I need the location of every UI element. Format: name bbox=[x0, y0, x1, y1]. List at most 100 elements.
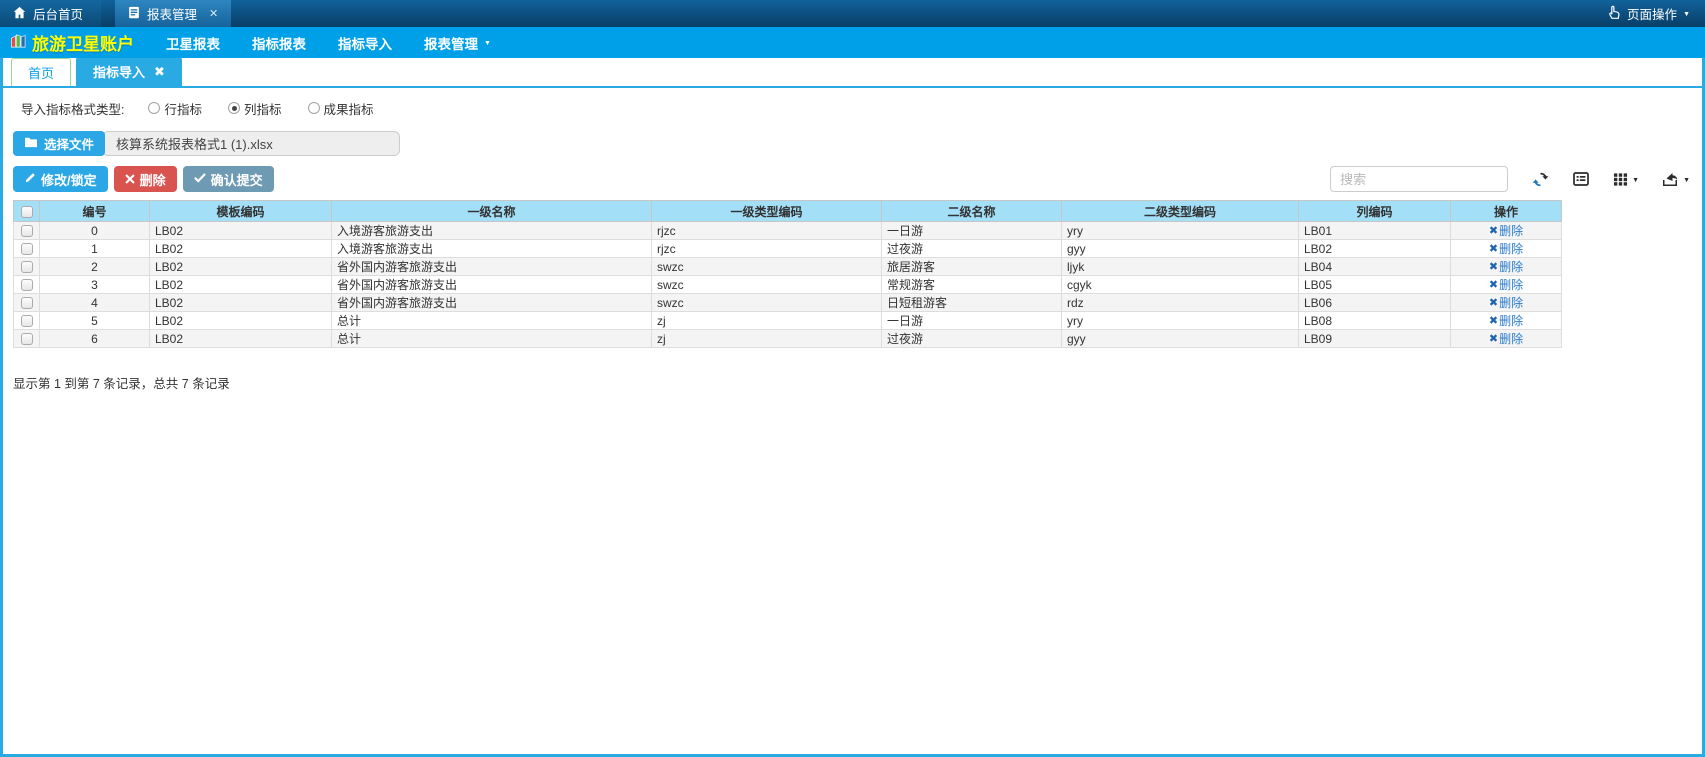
radio-label: 列指标 bbox=[244, 99, 282, 118]
import-format-label: 导入指标格式类型: bbox=[21, 99, 124, 118]
cell-level2-name: 一日游 bbox=[882, 312, 1062, 330]
col-header-level1-name[interactable]: 一级名称 bbox=[332, 201, 652, 222]
row-checkbox[interactable] bbox=[21, 261, 33, 273]
choose-file-button[interactable]: 选择文件 bbox=[13, 131, 105, 156]
row-checkbox[interactable] bbox=[21, 225, 33, 237]
window-tab-report-management[interactable]: 报表管理 ✕ bbox=[115, 0, 231, 27]
col-header-id[interactable]: 编号 bbox=[40, 201, 150, 222]
table-toolbar: 修改/锁定 删除 确认提交 bbox=[13, 166, 1690, 192]
close-tab-icon[interactable]: ✕ bbox=[209, 7, 218, 20]
app-brand[interactable]: 旅游卫星账户 bbox=[10, 30, 150, 55]
page-tab-bar: 首页 指标导入 ✖ bbox=[3, 58, 1702, 88]
cell-level1-name: 入境游客旅游支出 bbox=[332, 240, 652, 258]
toggle-view-icon[interactable] bbox=[1573, 171, 1589, 187]
cell-id: 1 bbox=[40, 240, 150, 258]
row-delete-link[interactable]: ✖删除 bbox=[1489, 276, 1523, 293]
home-icon bbox=[13, 6, 26, 22]
row-delete-link[interactable]: ✖删除 bbox=[1489, 330, 1523, 347]
row-select-cell bbox=[14, 312, 40, 330]
cell-level2-type-code: yry bbox=[1062, 222, 1299, 240]
search-input[interactable] bbox=[1330, 166, 1508, 192]
x-icon: ✖ bbox=[1489, 314, 1498, 327]
confirm-submit-button[interactable]: 确认提交 bbox=[183, 166, 274, 192]
table-row: 5 LB02 总计 zj 一日游 yry LB08 ✖删除 bbox=[14, 312, 1562, 330]
delete-button[interactable]: 删除 bbox=[114, 166, 177, 192]
file-chooser-row: 选择文件 核算系统报表格式1 (1).xlsx bbox=[13, 131, 1702, 156]
cell-column-code: LB02 bbox=[1299, 240, 1451, 258]
cell-column-code: LB01 bbox=[1299, 222, 1451, 240]
cell-level1-name: 总计 bbox=[332, 330, 652, 348]
pencil-icon bbox=[24, 172, 36, 187]
cell-level1-type-code: swzc bbox=[652, 258, 882, 276]
row-delete-link[interactable]: ✖删除 bbox=[1489, 312, 1523, 329]
cell-level2-name: 常规游客 bbox=[882, 276, 1062, 294]
page-actions-menu[interactable]: 页面操作 ▼ bbox=[1606, 0, 1705, 27]
select-all-checkbox[interactable] bbox=[21, 206, 33, 218]
x-icon: ✖ bbox=[1489, 296, 1498, 309]
cell-column-code: LB06 bbox=[1299, 294, 1451, 312]
cell-id: 4 bbox=[40, 294, 150, 312]
columns-dropdown-button[interactable]: ▼ bbox=[1613, 172, 1639, 187]
radio-label: 行指标 bbox=[164, 99, 202, 118]
window-tab-backend-home[interactable]: 后台首页 bbox=[0, 0, 101, 27]
report-doc-icon bbox=[128, 6, 140, 22]
refresh-button[interactable] bbox=[1532, 171, 1549, 188]
cell-level2-type-code: ljyk bbox=[1062, 258, 1299, 276]
window-tab-label: 后台首页 bbox=[33, 4, 83, 23]
indicator-table-wrap: 编号 模板编码 一级名称 一级类型编码 二级名称 二级类型编码 列编码 操作 0… bbox=[13, 200, 1702, 348]
table-body: 0 LB02 入境游客旅游支出 rjzc 一日游 yry LB01 ✖删除 1 … bbox=[14, 222, 1562, 348]
close-tab-icon[interactable]: ✖ bbox=[154, 65, 165, 78]
cell-id: 5 bbox=[40, 312, 150, 330]
nav-item-indicator-import[interactable]: 指标导入 bbox=[322, 27, 408, 58]
row-delete-link[interactable]: ✖删除 bbox=[1489, 258, 1523, 275]
row-select-cell bbox=[14, 222, 40, 240]
col-header-level1-type-code[interactable]: 一级类型编码 bbox=[652, 201, 882, 222]
col-header-level2-name[interactable]: 二级名称 bbox=[882, 201, 1062, 222]
col-header-template-code[interactable]: 模板编码 bbox=[150, 201, 332, 222]
row-checkbox[interactable] bbox=[21, 279, 33, 291]
cell-level2-name: 旅居游客 bbox=[882, 258, 1062, 276]
brand-logo-icon bbox=[10, 32, 27, 54]
col-header-column-code[interactable]: 列编码 bbox=[1299, 201, 1451, 222]
cell-level1-type-code: rjzc bbox=[652, 240, 882, 258]
row-checkbox[interactable] bbox=[21, 315, 33, 327]
cell-level1-name: 入境游客旅游支出 bbox=[332, 222, 652, 240]
cell-level1-name: 省外国内游客旅游支出 bbox=[332, 258, 652, 276]
cell-level2-type-code: cgyk bbox=[1062, 276, 1299, 294]
nav-item-report-management[interactable]: 报表管理 ▼ bbox=[408, 27, 507, 58]
brand-title: 旅游卫星账户 bbox=[32, 30, 134, 55]
x-icon: ✖ bbox=[1489, 260, 1498, 273]
nav-item-indicator-report[interactable]: 指标报表 bbox=[236, 27, 322, 58]
radio-result-indicator[interactable]: 成果指标 bbox=[308, 99, 374, 118]
row-checkbox[interactable] bbox=[21, 333, 33, 345]
window-bar-spacer bbox=[231, 0, 1606, 27]
row-checkbox[interactable] bbox=[21, 297, 33, 309]
table-row: 3 LB02 省外国内游客旅游支出 swzc 常规游客 cgyk LB05 ✖删… bbox=[14, 276, 1562, 294]
row-delete-link[interactable]: ✖删除 bbox=[1489, 222, 1523, 239]
window-tab-label: 报表管理 bbox=[147, 4, 197, 23]
cell-level2-name: 过夜游 bbox=[882, 330, 1062, 348]
tab-home[interactable]: 首页 bbox=[11, 58, 71, 86]
radio-row-indicator[interactable]: 行指标 bbox=[148, 99, 202, 118]
cell-template-code: LB02 bbox=[150, 294, 332, 312]
tab-indicator-import[interactable]: 指标导入 ✖ bbox=[76, 58, 182, 86]
row-checkbox[interactable] bbox=[21, 243, 33, 255]
cell-level2-name: 一日游 bbox=[882, 222, 1062, 240]
cell-level1-type-code: swzc bbox=[652, 276, 882, 294]
cell-template-code: LB02 bbox=[150, 312, 332, 330]
table-row: 2 LB02 省外国内游客旅游支出 swzc 旅居游客 ljyk LB04 ✖删… bbox=[14, 258, 1562, 276]
modify-lock-button[interactable]: 修改/锁定 bbox=[13, 166, 108, 192]
row-delete-link[interactable]: ✖删除 bbox=[1489, 240, 1523, 257]
radio-circle-icon bbox=[228, 102, 240, 114]
export-dropdown-button[interactable]: ▼ bbox=[1663, 171, 1690, 187]
main-navbar: 旅游卫星账户 卫星报表 指标报表 指标导入 报表管理 ▼ bbox=[0, 27, 1705, 58]
row-delete-link[interactable]: ✖删除 bbox=[1489, 294, 1523, 311]
col-header-level2-type-code[interactable]: 二级类型编码 bbox=[1062, 201, 1299, 222]
cell-level1-type-code: zj bbox=[652, 312, 882, 330]
content-panel: 首页 指标导入 ✖ 导入指标格式类型: 行指标 列指标 成果指标 bbox=[0, 58, 1705, 757]
nav-item-satellite-report[interactable]: 卫星报表 bbox=[150, 27, 236, 58]
hand-pointer-icon bbox=[1606, 5, 1621, 23]
radio-column-indicator[interactable]: 列指标 bbox=[228, 99, 282, 118]
cell-template-code: LB02 bbox=[150, 330, 332, 348]
selected-filename-field[interactable]: 核算系统报表格式1 (1).xlsx bbox=[102, 131, 400, 156]
